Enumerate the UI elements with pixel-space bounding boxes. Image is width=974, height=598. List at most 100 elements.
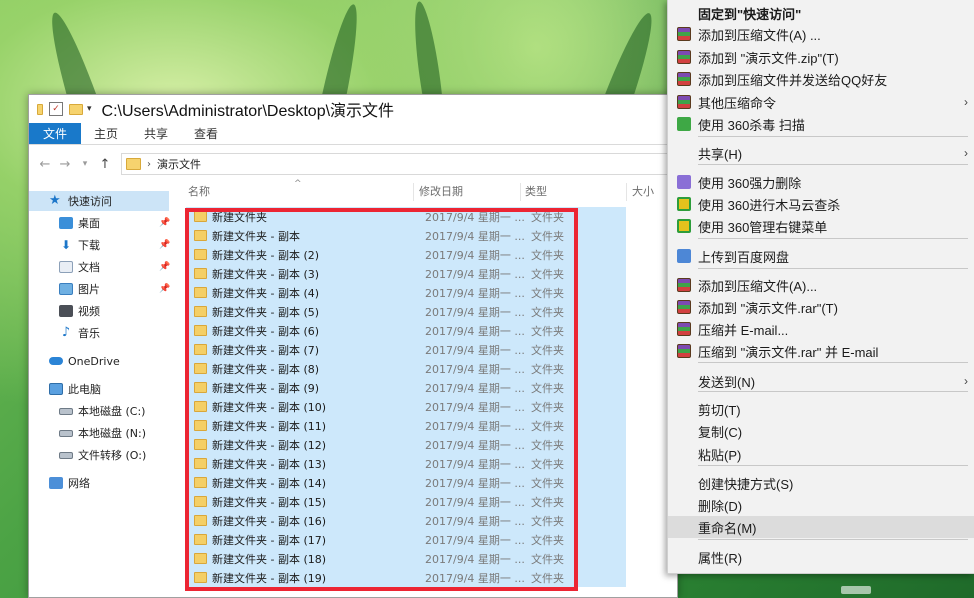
nav-item-onedrive[interactable]: OneDrive bbox=[29, 351, 169, 371]
tab-home[interactable]: 主页 bbox=[81, 123, 131, 144]
pin-icon[interactable]: 📌 bbox=[159, 284, 170, 294]
context-menu-item[interactable]: 使用 360杀毒 扫描 bbox=[668, 113, 974, 135]
context-menu-item[interactable]: 添加到压缩文件并发送给QQ好友 bbox=[668, 68, 974, 90]
menu-item-label: 删除(D) bbox=[698, 498, 743, 514]
context-menu-item[interactable]: 重命名(M) bbox=[668, 516, 974, 538]
context-menu-item[interactable]: 剪切(T) bbox=[668, 398, 974, 420]
context-menu-item[interactable]: 粘贴(P) bbox=[668, 443, 974, 465]
nav-item-pictures[interactable]: 图片 📌 bbox=[29, 279, 170, 299]
context-menu-item[interactable]: 添加到 "演示文件.zip"(T) bbox=[668, 46, 974, 68]
pin-icon[interactable]: 📌 bbox=[159, 262, 170, 272]
folder-icon bbox=[194, 211, 207, 222]
context-menu-item[interactable]: 上传到百度网盘 bbox=[668, 245, 974, 267]
properties-checkbox-icon[interactable]: ✓ bbox=[49, 102, 63, 116]
nav-item-label: OneDrive bbox=[68, 354, 120, 368]
file-type: 文件夹 bbox=[531, 514, 564, 528]
new-folder-icon[interactable] bbox=[69, 103, 83, 115]
nav-item-network[interactable]: 网络 bbox=[29, 473, 169, 493]
nav-item-videos[interactable]: 视频 bbox=[29, 301, 169, 321]
context-menu-item[interactable]: 删除(D) bbox=[668, 494, 974, 516]
file-row[interactable]: 新建文件夹 - 副本 (13) 2017/9/4 星期一 ... 文件夹 bbox=[186, 454, 626, 473]
context-menu-item[interactable]: 发送到(N) › bbox=[668, 370, 974, 392]
context-menu-item[interactable]: 复制(C) bbox=[668, 420, 974, 442]
column-header-name[interactable]: 名称 bbox=[188, 181, 210, 203]
menu-item-label: 使用 360进行木马云查杀 bbox=[698, 197, 841, 213]
nav-item-label: 图片 bbox=[78, 283, 100, 296]
context-menu-item[interactable]: 使用 360强力删除 bbox=[668, 171, 974, 193]
pin-icon[interactable]: 📌 bbox=[159, 240, 170, 250]
pin-icon[interactable]: 📌 bbox=[159, 218, 170, 228]
context-menu-item[interactable]: 共享(H) › bbox=[668, 142, 974, 164]
file-row[interactable]: 新建文件夹 - 副本 (18) 2017/9/4 星期一 ... 文件夹 bbox=[186, 549, 626, 568]
context-menu-item[interactable]: 属性(R) bbox=[668, 546, 974, 568]
tab-view[interactable]: 查看 bbox=[181, 123, 231, 144]
context-menu-item[interactable]: 固定到"快速访问" bbox=[668, 2, 974, 24]
context-menu-item[interactable]: 其他压缩命令 › bbox=[668, 91, 974, 113]
file-row[interactable]: 新建文件夹 - 副本 (17) 2017/9/4 星期一 ... 文件夹 bbox=[186, 530, 626, 549]
nav-item-quick-access[interactable]: ★ 快速访问 bbox=[29, 191, 169, 211]
nav-item-drive-c[interactable]: 本地磁盘 (C:) bbox=[29, 401, 169, 421]
recent-locations-chevron-icon[interactable]: ▾ bbox=[75, 159, 95, 169]
file-row[interactable]: 新建文件夹 - 副本 (12) 2017/9/4 星期一 ... 文件夹 bbox=[186, 435, 626, 454]
up-arrow-icon[interactable]: ↑ bbox=[95, 157, 115, 172]
file-row[interactable]: 新建文件夹 - 副本 (4) 2017/9/4 星期一 ... 文件夹 bbox=[186, 283, 626, 302]
file-date: 2017/9/4 星期一 ... bbox=[425, 457, 525, 471]
nav-item-downloads[interactable]: ⬇ 下载 📌 bbox=[29, 235, 170, 255]
file-name: 新建文件夹 - 副本 (8) bbox=[212, 362, 320, 376]
file-row[interactable]: 新建文件夹 - 副本 (8) 2017/9/4 星期一 ... 文件夹 bbox=[186, 359, 626, 378]
nav-item-drive-o[interactable]: 文件转移 (O:) bbox=[29, 445, 169, 465]
context-menu-item[interactable]: 使用 360进行木马云查杀 bbox=[668, 193, 974, 215]
nav-item-music[interactable]: ♪ 音乐 bbox=[29, 323, 169, 343]
column-divider[interactable] bbox=[413, 183, 414, 201]
file-date: 2017/9/4 星期一 ... bbox=[425, 305, 525, 319]
menu-item-label: 压缩并 E-mail... bbox=[698, 322, 789, 338]
file-name: 新建文件夹 - 副本 (14) bbox=[212, 476, 327, 490]
breadcrumb-chevron-icon[interactable]: › bbox=[147, 159, 151, 170]
column-divider[interactable] bbox=[626, 183, 627, 201]
file-row[interactable]: 新建文件夹 - 副本 (19) 2017/9/4 星期一 ... 文件夹 bbox=[186, 568, 626, 587]
column-header-type[interactable]: 类型 bbox=[525, 181, 547, 203]
file-row[interactable]: 新建文件夹 - 副本 (6) 2017/9/4 星期一 ... 文件夹 bbox=[186, 321, 626, 340]
context-menu-item[interactable]: 压缩并 E-mail... bbox=[668, 318, 974, 340]
nav-item-this-pc[interactable]: 此电脑 bbox=[29, 379, 169, 399]
menu-separator bbox=[698, 238, 968, 239]
back-arrow-icon[interactable]: ← bbox=[35, 157, 55, 172]
column-header-date[interactable]: 修改日期 bbox=[419, 181, 463, 203]
file-row[interactable]: 新建文件夹 - 副本 (10) 2017/9/4 星期一 ... 文件夹 bbox=[186, 397, 626, 416]
file-row[interactable]: 新建文件夹 - 副本 (9) 2017/9/4 星期一 ... 文件夹 bbox=[186, 378, 626, 397]
file-row[interactable]: 新建文件夹 - 副本 (14) 2017/9/4 星期一 ... 文件夹 bbox=[186, 473, 626, 492]
address-box[interactable]: › 演示文件 bbox=[121, 153, 677, 175]
file-type: 文件夹 bbox=[531, 381, 564, 395]
forward-arrow-icon[interactable]: → bbox=[55, 157, 75, 172]
context-menu-item[interactable]: 创建快捷方式(S) bbox=[668, 472, 974, 494]
context-menu-item[interactable]: 压缩到 "演示文件.rar" 并 E-mail bbox=[668, 340, 974, 362]
file-type: 文件夹 bbox=[531, 324, 564, 338]
quick-access-dropdown-icon[interactable]: ▾ bbox=[87, 104, 92, 114]
nav-item-desktop[interactable]: 桌面 📌 bbox=[29, 213, 170, 233]
file-row[interactable]: 新建文件夹 - 副本 (16) 2017/9/4 星期一 ... 文件夹 bbox=[186, 511, 626, 530]
file-row[interactable]: 新建文件夹 - 副本 (3) 2017/9/4 星期一 ... 文件夹 bbox=[186, 264, 626, 283]
context-menu-item[interactable]: 添加到 "演示文件.rar"(T) bbox=[668, 296, 974, 318]
breadcrumb-current-folder[interactable]: 演示文件 bbox=[157, 156, 201, 172]
column-divider[interactable] bbox=[520, 183, 521, 201]
winrar-icon bbox=[677, 72, 691, 86]
tab-share[interactable]: 共享 bbox=[131, 123, 181, 144]
nav-item-documents[interactable]: 文档 📌 bbox=[29, 257, 170, 277]
nav-item-label: 桌面 bbox=[78, 217, 100, 230]
file-row[interactable]: 新建文件夹 - 副本 (11) 2017/9/4 星期一 ... 文件夹 bbox=[186, 416, 626, 435]
file-name: 新建文件夹 - 副本 (18) bbox=[212, 552, 327, 566]
context-menu-item[interactable]: 使用 360管理右键菜单 bbox=[668, 215, 974, 237]
file-row[interactable]: 新建文件夹 - 副本 (5) 2017/9/4 星期一 ... 文件夹 bbox=[186, 302, 626, 321]
context-menu-item[interactable]: 添加到压缩文件(A)... bbox=[668, 274, 974, 296]
file-row[interactable]: 新建文件夹 2017/9/4 星期一 ... 文件夹 bbox=[186, 207, 626, 226]
column-header-size[interactable]: 大小 bbox=[632, 181, 654, 203]
file-row[interactable]: 新建文件夹 - 副本 (7) 2017/9/4 星期一 ... 文件夹 bbox=[186, 340, 626, 359]
context-menu-item[interactable]: 添加到压缩文件(A) ... bbox=[668, 23, 974, 45]
file-row[interactable]: 新建文件夹 - 副本 (2) 2017/9/4 星期一 ... 文件夹 bbox=[186, 245, 626, 264]
file-row[interactable]: 新建文件夹 - 副本 2017/9/4 星期一 ... 文件夹 bbox=[186, 226, 626, 245]
tab-file[interactable]: 文件 bbox=[29, 123, 82, 144]
file-row[interactable]: 新建文件夹 - 副本 (15) 2017/9/4 星期一 ... 文件夹 bbox=[186, 492, 626, 511]
file-type: 文件夹 bbox=[531, 495, 564, 509]
drive-icon bbox=[59, 407, 73, 415]
nav-item-drive-n[interactable]: 本地磁盘 (N:) bbox=[29, 423, 169, 443]
